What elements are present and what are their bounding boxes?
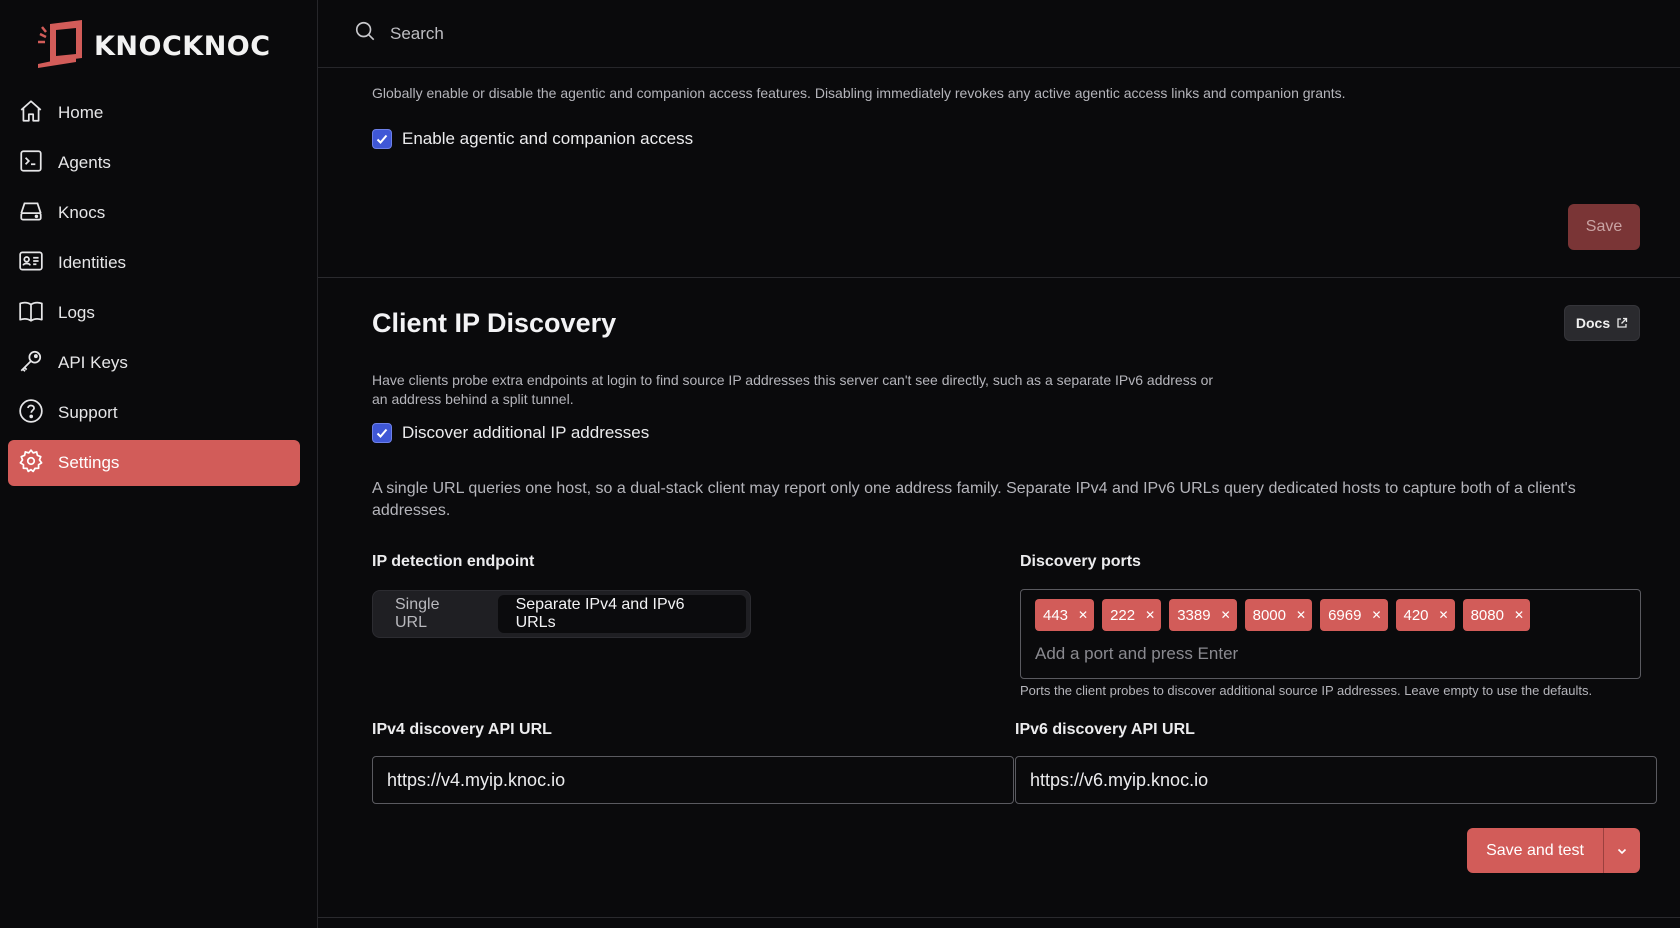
endpoint-label: IP detection endpoint: [372, 553, 535, 570]
discover-checkbox-row[interactable]: Discover additional IP addresses: [372, 423, 649, 443]
sidebar-item-settings[interactable]: Settings: [8, 440, 300, 486]
discovery-description: Have clients probe extra endpoints at lo…: [372, 372, 1214, 407]
search-icon: [354, 20, 376, 47]
sidebar-item-knocs[interactable]: Knocs: [8, 190, 300, 236]
save-options-dropdown[interactable]: [1603, 828, 1640, 873]
discover-checkbox[interactable]: [372, 423, 392, 443]
port-chip-label: 222: [1110, 606, 1136, 624]
remove-chip-icon[interactable]: ✕: [1221, 608, 1231, 622]
sidebar-item-api-keys[interactable]: API Keys: [8, 340, 300, 386]
gear-icon: [18, 448, 44, 479]
ports-help-text: Ports the client probes to discover addi…: [1020, 683, 1593, 698]
hard-drive-icon: [18, 198, 44, 229]
port-chip-label: 8000: [1252, 606, 1286, 624]
sidebar: KNOCKNOC Home Agents Knocs Identities Lo…: [0, 0, 318, 928]
endpoint-option-separate-urls[interactable]: Separate IPv4 and IPv6 URLs: [497, 595, 746, 633]
port-chip: 222 ✕: [1102, 599, 1162, 631]
port-chip: 3389 ✕: [1169, 599, 1237, 631]
remove-chip-icon[interactable]: ✕: [1439, 608, 1449, 622]
home-icon: [18, 98, 44, 129]
sidebar-item-home[interactable]: Home: [8, 90, 300, 136]
ipv4-url-input[interactable]: [372, 756, 1014, 804]
port-chip: 8080 ✕: [1462, 599, 1531, 631]
sidebar-item-label: Agents: [58, 153, 111, 172]
port-chip-label: 420: [1403, 606, 1429, 624]
port-chip: 8000 ✕: [1244, 599, 1313, 631]
section-title: Client IP Discovery: [372, 308, 617, 338]
save-and-test-split-button: Save and test: [1467, 828, 1640, 873]
id-card-icon: [18, 248, 44, 279]
discovery-explainer: A single URL queries one host, so a dual…: [372, 480, 1576, 519]
agentic-checkbox-row[interactable]: Enable agentic and companion access: [372, 129, 693, 149]
top-search-bar: [318, 0, 1680, 68]
ipv4-url-label: IPv4 discovery API URL: [372, 721, 552, 738]
knocknoc-logo-icon: [32, 20, 82, 73]
ports-label: Discovery ports: [1020, 553, 1141, 570]
agentic-access-section: Globally enable or disable the agentic a…: [318, 68, 1680, 278]
remove-chip-icon[interactable]: ✕: [1145, 608, 1155, 622]
chevron-down-icon: [1617, 848, 1627, 854]
settings-main: Globally enable or disable the agentic a…: [318, 0, 1680, 928]
endpoint-option-single-url[interactable]: Single URL: [377, 595, 494, 633]
ports-chip-list: 443 ✕ 222 ✕ 3389 ✕ 8000 ✕ 6969 ✕ 420 ✕ 8080 ✕: [1035, 599, 1531, 631]
remove-chip-icon[interactable]: ✕: [1296, 608, 1306, 622]
sidebar-item-label: Home: [58, 103, 104, 122]
agentic-checkbox-label: Enable agentic and companion access: [402, 129, 694, 148]
help-circle-icon: [18, 398, 44, 429]
ipv6-url-input[interactable]: [1015, 756, 1657, 804]
port-chip-label: 8080: [1470, 606, 1504, 624]
remove-chip-icon[interactable]: ✕: [1514, 608, 1524, 622]
save-and-test-button[interactable]: Save and test: [1467, 828, 1603, 873]
client-ip-discovery-section: Client IP Discovery Docs Have clients pr…: [318, 278, 1680, 918]
book-icon: [18, 298, 44, 329]
check-icon: [376, 134, 388, 144]
discover-checkbox-label: Discover additional IP addresses: [402, 423, 650, 442]
remove-chip-icon[interactable]: ✕: [1078, 608, 1088, 622]
sidebar-item-label: Knocs: [58, 203, 106, 222]
sidebar-item-logs[interactable]: Logs: [8, 290, 300, 336]
external-link-icon: [1617, 317, 1628, 328]
key-icon: [18, 348, 44, 379]
sidebar-item-label: Support: [58, 403, 118, 422]
agentic-save-button[interactable]: Save: [1568, 204, 1640, 250]
sidebar-item-label: Identities: [58, 253, 127, 272]
port-chip: 6969 ✕: [1320, 599, 1388, 631]
agentic-checkbox[interactable]: [372, 129, 392, 149]
docs-button[interactable]: Docs: [1564, 305, 1640, 341]
sidebar-item-identities[interactable]: Identities: [8, 240, 300, 286]
agentic-description: Globally enable or disable the agentic a…: [372, 85, 1346, 101]
sidebar-item-label: Settings: [58, 453, 120, 472]
sidebar-item-support[interactable]: Support: [8, 390, 300, 436]
endpoint-segmented-control: Single URL Separate IPv4 and IPv6 URLs: [372, 590, 751, 638]
sidebar-nav: Home Agents Knocs Identities Logs API Ke…: [8, 90, 300, 490]
ports-input-box[interactable]: 443 ✕ 222 ✕ 3389 ✕ 8000 ✕ 6969 ✕ 420 ✕ 8080 ✕: [1020, 589, 1641, 679]
app-window: KNOCKNOC Home Agents Knocs Identities Lo…: [0, 0, 1680, 928]
brand-name: KNOCKNOC: [94, 31, 271, 62]
docs-button-label: Docs: [1575, 315, 1611, 331]
port-chip-label: 3389: [1177, 606, 1211, 624]
ipv6-url-label: IPv6 discovery API URL: [1015, 721, 1195, 738]
port-chip-label: 443: [1043, 606, 1069, 624]
check-icon: [376, 428, 388, 438]
sidebar-item-label: Logs: [58, 303, 95, 322]
terminal-icon: [18, 148, 44, 179]
search-input[interactable]: [390, 23, 990, 44]
port-chip: 443 ✕: [1035, 599, 1095, 631]
brand[interactable]: KNOCKNOC: [32, 20, 271, 73]
port-chip: 420 ✕: [1395, 599, 1455, 631]
port-chip-label: 6969: [1328, 606, 1362, 624]
port-entry-input[interactable]: [1035, 644, 1625, 664]
remove-chip-icon[interactable]: ✕: [1371, 608, 1381, 622]
sidebar-item-label: API Keys: [58, 353, 128, 372]
sidebar-item-agents[interactable]: Agents: [8, 140, 300, 186]
